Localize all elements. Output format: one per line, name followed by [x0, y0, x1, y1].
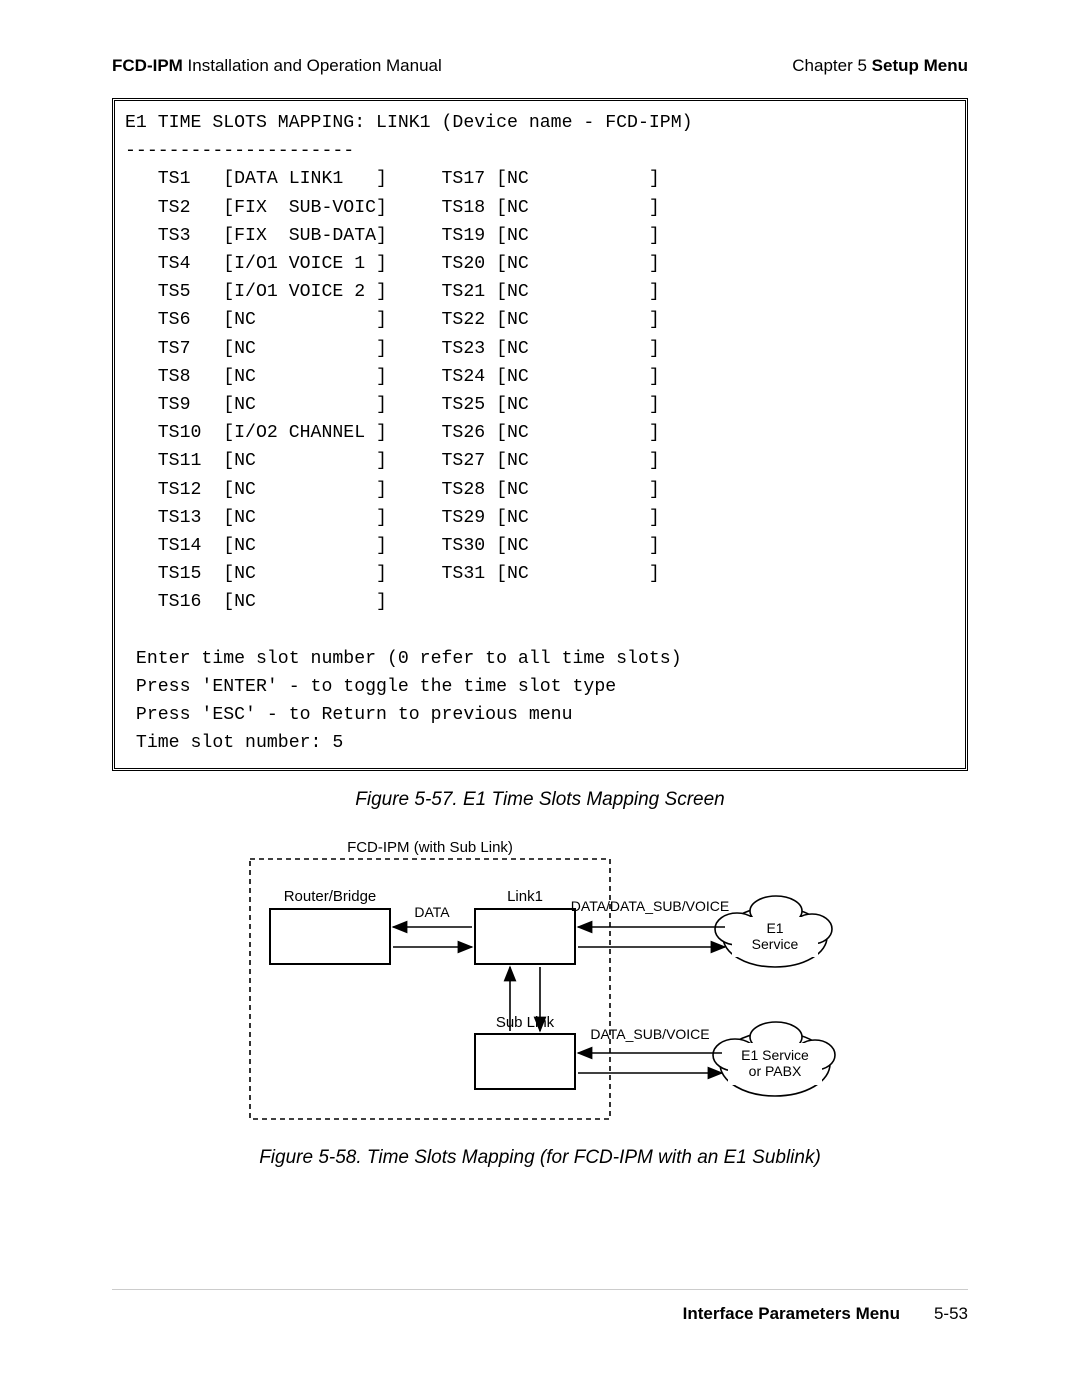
data-label: DATA: [414, 904, 450, 920]
top-link-label: DATA/DATA_SUB/VOICE: [571, 898, 729, 914]
diagram-title: FCD-IPM (with Sub Link): [347, 839, 513, 856]
product-name: FCD-IPM: [112, 56, 183, 75]
chapter-label: Chapter 5: [792, 56, 871, 75]
figure-caption-58: Figure 5-58. Time Slots Mapping (for FCD…: [112, 1147, 968, 1169]
router-box: [270, 909, 390, 964]
cloud1-line2: Service: [752, 936, 799, 952]
router-label: Router/Bridge: [284, 888, 377, 905]
doc-title: Installation and Operation Manual: [183, 56, 442, 75]
header-right: Chapter 5 Setup Menu: [792, 56, 968, 76]
sublink-label: Sub Link: [496, 1014, 555, 1031]
footer-section-title: Interface Parameters Menu: [683, 1304, 900, 1324]
chapter-name: Setup Menu: [872, 56, 968, 75]
footer-page-number: 5-53: [934, 1304, 968, 1324]
page-header: FCD-IPM Installation and Operation Manua…: [112, 56, 968, 76]
header-left: FCD-IPM Installation and Operation Manua…: [112, 56, 442, 76]
cloud-e1-pabx: E1 Service or PABX: [713, 1022, 835, 1096]
page-footer: Interface Parameters Menu 5-53: [112, 1304, 968, 1324]
cloud2-line2: or PABX: [749, 1063, 802, 1079]
link1-box: [475, 909, 575, 964]
footer-rule: [112, 1289, 968, 1290]
bottom-link-label: DATA_SUB/VOICE: [590, 1026, 709, 1042]
figure-caption-57: Figure 5-57. E1 Time Slots Mapping Scree…: [112, 789, 968, 811]
cloud1-line1: E1: [766, 920, 783, 936]
cloud2-line1: E1 Service: [741, 1047, 809, 1063]
cloud-e1-service: E1 Service: [715, 896, 832, 967]
diagram-figure-58: FCD-IPM (with Sub Link) Router/Bridge Li…: [240, 839, 840, 1129]
terminal-screen: E1 TIME SLOTS MAPPING: LINK1 (Device nam…: [112, 98, 968, 771]
link1-label: Link1: [507, 888, 543, 905]
sublink-box: [475, 1034, 575, 1089]
